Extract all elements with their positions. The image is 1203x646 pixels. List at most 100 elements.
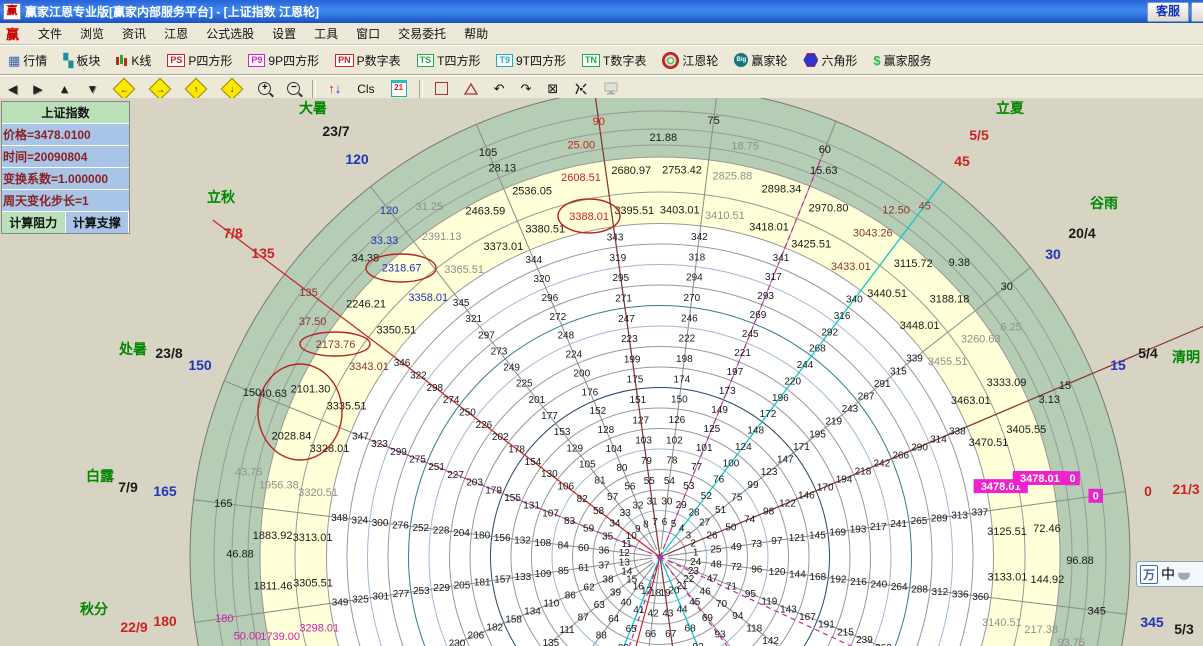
wheel-spiral-number: 175 bbox=[627, 375, 644, 386]
draw-screen-icon[interactable] bbox=[597, 79, 625, 98]
wheel-number: 3373.01 bbox=[483, 241, 523, 253]
draw-diamond-right-icon[interactable]: → bbox=[143, 78, 177, 100]
wheel-number: 3.13 bbox=[1039, 394, 1060, 406]
wheel-spiral-number: 30 bbox=[661, 496, 673, 507]
outer-label-date: 5/3 bbox=[1174, 621, 1194, 637]
menu-item-8[interactable]: 交易委托 bbox=[389, 25, 455, 42]
draw-arc-ccw-icon[interactable]: ↶ bbox=[487, 79, 512, 98]
tool-big-wheel-icon[interactable]: Big赢家轮 bbox=[727, 49, 794, 72]
outer-label-date: 21/3 bbox=[1172, 481, 1199, 497]
wheel-spiral-number: 107 bbox=[542, 508, 559, 519]
ime-moon-icon[interactable] bbox=[1178, 568, 1190, 580]
tool-grid-icon[interactable]: ▦行情 bbox=[1, 49, 54, 72]
draw-nav-down-icon[interactable]: ▼ bbox=[79, 79, 105, 99]
wheel-spiral-number: 316 bbox=[834, 311, 851, 322]
wheel-spiral-number: 171 bbox=[793, 442, 810, 453]
wheel-spiral-number: 270 bbox=[684, 293, 701, 304]
draw-diamond-left-icon[interactable]: ← bbox=[107, 78, 141, 100]
draw-arc-cw-icon[interactable]: ↷ bbox=[514, 79, 539, 98]
wheel-spiral-number: 225 bbox=[516, 379, 533, 390]
draw-boxed-x-icon[interactable]: ⊠ bbox=[540, 79, 565, 98]
wheel-number: 3343.01 bbox=[349, 361, 389, 373]
tool-btn-7[interactable]: T99T四方形 bbox=[489, 49, 573, 72]
menu-item-9[interactable]: 帮助 bbox=[455, 25, 497, 42]
menu-item-1[interactable]: 浏览 bbox=[71, 25, 113, 42]
wheel-spiral-number: 318 bbox=[689, 252, 706, 263]
wheel-spiral-number: 149 bbox=[711, 405, 728, 416]
wheel-spiral-number: 218 bbox=[855, 466, 872, 477]
menu-item-7[interactable]: 窗口 bbox=[347, 25, 389, 42]
tool-btn-4[interactable]: P99P四方形 bbox=[241, 49, 326, 72]
menu-item-2[interactable]: 资讯 bbox=[113, 25, 155, 42]
draw-nav-right-icon[interactable]: ▶ bbox=[26, 79, 49, 99]
calc-resistance-button[interactable]: 计算阻力 bbox=[2, 212, 66, 233]
outer-label-term: 秋分 bbox=[80, 601, 108, 617]
wheel-spiral-number: 227 bbox=[447, 470, 464, 481]
wheel-spiral-number: 53 bbox=[683, 481, 695, 492]
tool-blocks-icon[interactable]: ▚板块 bbox=[56, 49, 107, 72]
wheel-spiral-number: 45 bbox=[689, 597, 701, 608]
draw-center-icon[interactable] bbox=[567, 79, 595, 99]
wheel-number: 40.63 bbox=[259, 388, 287, 400]
draw-zoom-out-icon[interactable]: − bbox=[280, 79, 307, 98]
tool-btn-5[interactable]: PNP数字表 bbox=[328, 49, 408, 72]
draw-nav-left-icon[interactable]: ◀ bbox=[1, 79, 24, 99]
wheel-spiral-number: 25 bbox=[710, 545, 722, 556]
tool-btn-8[interactable]: TNT数字表 bbox=[575, 49, 653, 72]
menu-item-5[interactable]: 设置 bbox=[263, 25, 305, 42]
tool-label: P数字表 bbox=[357, 52, 401, 69]
wheel-number: 165 bbox=[214, 498, 232, 510]
draw-zoom-in-icon[interactable]: + bbox=[251, 79, 278, 98]
wheel-spiral-number: 134 bbox=[524, 607, 541, 618]
tool-candles-icon[interactable]: K线 bbox=[109, 49, 158, 72]
draw-diamond-up-icon[interactable]: ↑ bbox=[179, 78, 213, 100]
wheel-spiral-number: 43 bbox=[662, 608, 674, 619]
draw-diamond-down-icon[interactable]: ↓ bbox=[215, 78, 249, 100]
ime-toolbar[interactable]: 万 中 bbox=[1136, 561, 1203, 587]
menu-item-3[interactable]: 江恩 bbox=[155, 25, 197, 42]
wheel-spiral-number: 264 bbox=[891, 582, 908, 593]
wheel-number: 1739.00 bbox=[260, 631, 300, 643]
outer-label-angle: 0 bbox=[1144, 483, 1152, 499]
wheel-number: 135 bbox=[299, 287, 317, 299]
wheel-spiral-number: 87 bbox=[578, 613, 590, 624]
wheel-spiral-number: 197 bbox=[727, 367, 744, 378]
tool-gann-wheel-icon[interactable]: 江恩轮 bbox=[655, 49, 725, 72]
tool-btn-6[interactable]: TST四方形 bbox=[410, 49, 488, 72]
tool-hexagon-icon[interactable]: 六角形 bbox=[796, 49, 864, 72]
wheel-spiral-number: 294 bbox=[686, 273, 703, 284]
draw-updown-icon[interactable]: ↑↓ bbox=[321, 79, 348, 98]
menu-item-4[interactable]: 公式选股 bbox=[197, 25, 263, 42]
wheel-number: 3260.63 bbox=[961, 333, 1001, 345]
wheel-spiral-number: 196 bbox=[772, 393, 789, 404]
customer-service-button[interactable]: 客服 bbox=[1147, 2, 1189, 22]
wheel-spiral-number: 223 bbox=[621, 334, 638, 345]
tool-btn-3[interactable]: PSP四方形 bbox=[160, 49, 239, 72]
titlebar-extra-button[interactable] bbox=[1191, 2, 1203, 22]
menu-item-0[interactable]: 文件 bbox=[29, 25, 71, 42]
wheel-spiral-number: 31 bbox=[647, 497, 659, 508]
wheel-number: 2753.42 bbox=[662, 164, 702, 176]
wheel-spiral-number: 203 bbox=[466, 478, 483, 489]
draw-square-tool-icon[interactable] bbox=[428, 79, 455, 98]
wheel-spiral-number: 288 bbox=[911, 584, 928, 595]
calc-support-button[interactable]: 计算支撑 bbox=[66, 212, 130, 233]
wheel-spiral-number: 349 bbox=[332, 597, 349, 608]
ime-lang-label[interactable]: 中 bbox=[1161, 564, 1175, 584]
outer-label-date: 22/9 bbox=[120, 619, 147, 635]
menu-item-6[interactable]: 工具 bbox=[305, 25, 347, 42]
wheel-spiral-number: 157 bbox=[494, 575, 511, 586]
draw-nav-up-icon[interactable]: ▲ bbox=[51, 79, 77, 99]
draw-btn-12[interactable]: Cls bbox=[350, 79, 381, 99]
wheel-spiral-number: 219 bbox=[825, 417, 842, 428]
gann-wheel-canvas[interactable]: 1234567891011121314151617181920212223242… bbox=[0, 98, 1203, 646]
tool-dollar-icon[interactable]: $赢家服务 bbox=[866, 49, 938, 72]
wheel-number: 30 bbox=[1001, 281, 1013, 293]
wheel-spiral-number: 202 bbox=[492, 432, 509, 443]
wheel-spiral-number: 77 bbox=[691, 462, 703, 473]
draw-calendar-icon[interactable]: 21 bbox=[384, 77, 414, 100]
wheel-spiral-number: 69 bbox=[702, 613, 714, 624]
wheel-spiral-number: 57 bbox=[607, 492, 619, 503]
ime-mode-icon[interactable]: 万 bbox=[1140, 565, 1158, 584]
draw-triangle-tool-icon[interactable] bbox=[457, 80, 485, 98]
